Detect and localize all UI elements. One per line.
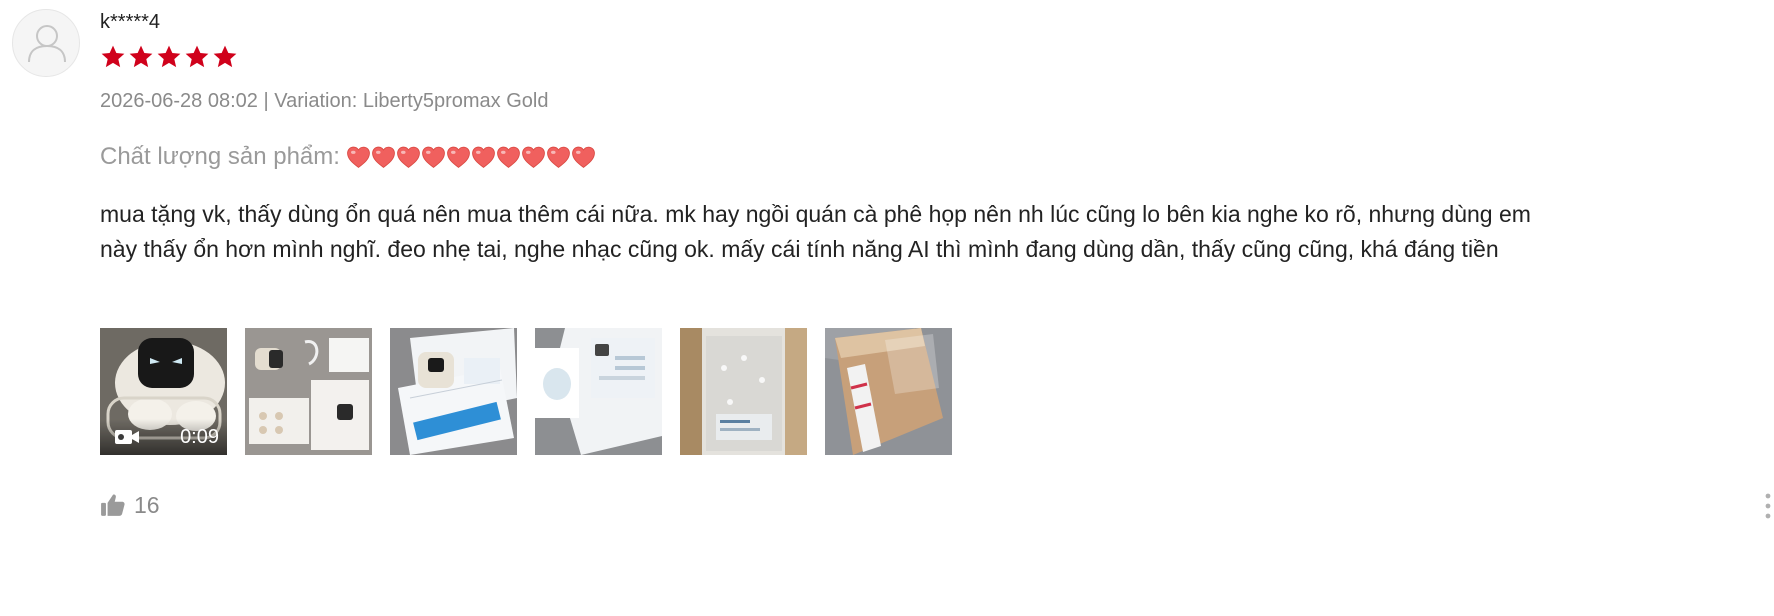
quality-hearts bbox=[346, 145, 596, 169]
media-thumbnail-image[interactable] bbox=[245, 328, 372, 455]
more-options-button[interactable] bbox=[1762, 492, 1774, 520]
heart-icon bbox=[422, 146, 445, 168]
heart-icon bbox=[372, 146, 395, 168]
media-thumbnail-image[interactable] bbox=[680, 328, 807, 455]
heart-icon bbox=[347, 146, 370, 168]
thumbs-up-icon bbox=[101, 494, 125, 516]
media-thumbnail-video[interactable]: 0:09 bbox=[100, 328, 227, 455]
default-user-icon bbox=[28, 25, 66, 63]
star-icon bbox=[101, 45, 125, 68]
review-date: 2026-06-28 08:02 bbox=[100, 90, 258, 112]
video-duration: 0:09 bbox=[180, 426, 219, 448]
star-icon bbox=[185, 45, 209, 68]
review-body: mua tặng vk, thấy dùng ổn quá nên mua th… bbox=[100, 201, 1531, 262]
review-photo bbox=[535, 328, 662, 455]
media-thumbnail-image[interactable] bbox=[825, 328, 952, 455]
heart-icon bbox=[572, 146, 595, 168]
more-vertical-icon bbox=[1765, 493, 1771, 519]
review-photo bbox=[680, 328, 807, 455]
product-review: k*****4 2026-06-28 08:02 | Variation: Li… bbox=[0, 0, 1774, 616]
review-photo bbox=[825, 328, 952, 455]
meta-separator: | bbox=[263, 90, 269, 112]
review-meta: 2026-06-28 08:02 | Variation: Liberty5pr… bbox=[100, 88, 548, 114]
heart-icon bbox=[497, 146, 520, 168]
video-badge: 0:09 bbox=[100, 419, 227, 455]
like-count: 16 bbox=[134, 492, 160, 518]
variation-value: Liberty5promax Gold bbox=[362, 90, 549, 112]
heart-icon bbox=[547, 146, 570, 168]
media-thumbnail-image[interactable] bbox=[390, 328, 517, 455]
star-icon bbox=[213, 45, 237, 68]
video-camera-icon bbox=[115, 430, 139, 444]
heart-icon bbox=[397, 146, 420, 168]
quality-label: Chất lượng sản phẩm: bbox=[100, 143, 340, 170]
heart-icon bbox=[472, 146, 495, 168]
reviewer-username: k*****4 bbox=[100, 11, 161, 33]
like-button[interactable]: 16 bbox=[100, 491, 160, 519]
star-icon bbox=[129, 45, 153, 68]
review-photo bbox=[245, 328, 372, 455]
product-quality-rating: Chất lượng sản phẩm: bbox=[100, 142, 596, 172]
avatar[interactable] bbox=[12, 9, 80, 77]
heart-icon bbox=[447, 146, 470, 168]
review-media-gallery: 0:09 bbox=[100, 328, 952, 455]
heart-icon bbox=[522, 146, 545, 168]
star-icon bbox=[157, 45, 181, 68]
star-rating bbox=[100, 44, 238, 70]
variation-label: Variation: bbox=[274, 90, 358, 112]
media-thumbnail-image[interactable] bbox=[535, 328, 662, 455]
review-photo bbox=[390, 328, 517, 455]
